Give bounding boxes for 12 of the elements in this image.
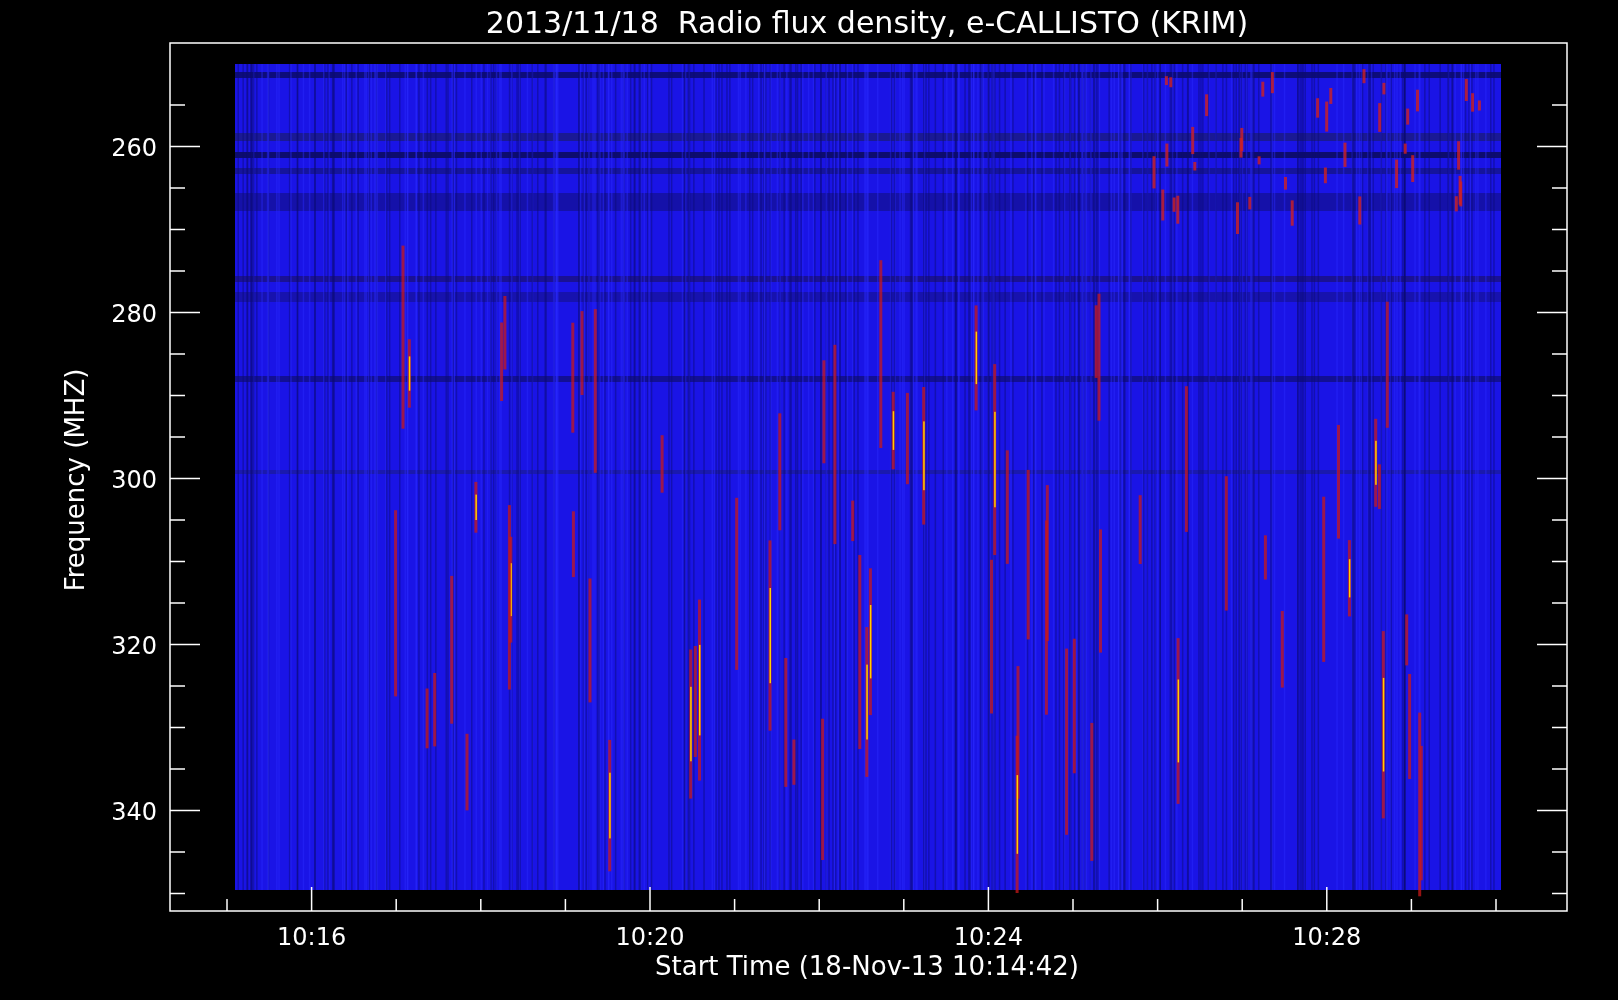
x-tick-label: 10:24	[953, 923, 1023, 951]
y-tick-label: 280	[111, 299, 157, 328]
y-tick-label: 260	[111, 133, 157, 162]
x-tick-label: 10:20	[615, 923, 685, 951]
y-tick-label: 320	[111, 631, 157, 660]
x-tick-label: 10:28	[1292, 923, 1362, 951]
y-tick-label: 300	[111, 465, 157, 494]
y-tick-label: 340	[111, 797, 157, 826]
y-axis-label: Frequency (MHZ)	[60, 368, 90, 592]
x-axis-label: Start Time (18-Nov-13 10:14:42)	[655, 951, 1079, 981]
chart-title: 2013/11/18 Radio flux density, e-CALLISTO (KRIM)	[485, 5, 1249, 40]
x-tick-label: 10:16	[277, 923, 347, 951]
